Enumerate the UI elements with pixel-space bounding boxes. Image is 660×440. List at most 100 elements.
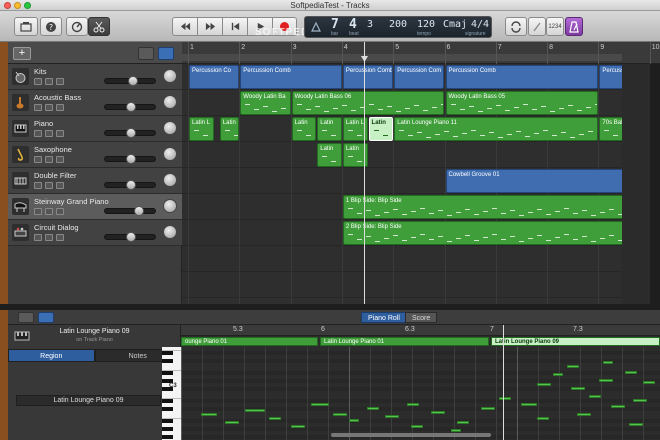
midi-note[interactable] (481, 407, 495, 410)
mute-button[interactable] (34, 156, 42, 163)
count-in-button[interactable]: 1234 (546, 17, 564, 36)
midi-note[interactable] (385, 415, 399, 418)
midi-note[interactable] (521, 403, 537, 406)
volume-slider[interactable] (104, 102, 156, 112)
metronome-button[interactable] (565, 17, 583, 36)
midi-note[interactable] (201, 413, 217, 416)
pan-knob[interactable] (163, 95, 177, 109)
region[interactable]: Latin (291, 117, 317, 141)
midi-note[interactable] (603, 361, 613, 364)
pan-knob[interactable] (163, 147, 177, 161)
track-header[interactable]: Piano (8, 116, 182, 142)
record-enable-button[interactable] (56, 78, 64, 85)
midi-note[interactable] (599, 379, 613, 382)
piano-roll-grid[interactable] (181, 347, 660, 440)
record-enable-button[interactable] (56, 208, 64, 215)
mute-button[interactable] (34, 208, 42, 215)
black-key[interactable] (162, 407, 173, 411)
library-button[interactable] (14, 17, 38, 36)
record-enable-button[interactable] (56, 182, 64, 189)
midi-note[interactable] (407, 403, 419, 406)
tracks-area[interactable]: 12345678910111213141516 Percussion CoPer… (182, 42, 660, 304)
region[interactable]: Percussion Com (394, 65, 445, 89)
mute-button[interactable] (34, 78, 42, 85)
midi-note[interactable] (643, 381, 655, 384)
volume-slider[interactable] (104, 154, 156, 164)
cycle-button[interactable] (505, 17, 527, 36)
region[interactable]: Percussion Comb (342, 65, 394, 89)
black-key[interactable] (162, 371, 173, 375)
piano-keyboard[interactable] (162, 347, 182, 440)
record-enable-button[interactable] (56, 234, 64, 241)
midi-note[interactable] (633, 399, 647, 402)
fast-forward-button[interactable] (197, 17, 222, 36)
go-to-beginning-button[interactable] (222, 17, 247, 36)
midi-note[interactable] (457, 421, 469, 424)
track-lane[interactable] (182, 246, 660, 272)
tuner-button[interactable] (528, 17, 546, 36)
midi-note[interactable] (367, 407, 379, 410)
region[interactable]: Latin (317, 117, 342, 141)
midi-note[interactable] (577, 413, 591, 416)
track-lane[interactable] (182, 142, 660, 168)
solo-button[interactable] (45, 182, 53, 189)
timeline-ruler[interactable]: 12345678910111213141516 (182, 42, 660, 64)
solo-button[interactable] (45, 234, 53, 241)
region[interactable]: 2 Blip Side: Blip Side (342, 221, 660, 245)
volume-slider[interactable] (104, 206, 156, 216)
region[interactable]: Woody Latin Ba (240, 91, 291, 115)
editor-catch-button[interactable] (18, 312, 34, 323)
editors-button[interactable] (88, 17, 110, 36)
black-key[interactable] (162, 399, 173, 403)
midi-note[interactable] (291, 425, 305, 428)
midi-note[interactable] (311, 403, 329, 406)
add-track-button[interactable]: + (13, 47, 31, 60)
midi-note[interactable] (537, 417, 549, 420)
region[interactable]: Latin (368, 117, 394, 141)
filter-button[interactable] (158, 47, 174, 60)
region-name-field[interactable]: Latin Lounge Piano 09 (16, 395, 161, 406)
track-header[interactable]: Kits (8, 64, 182, 90)
volume-slider-knob[interactable] (126, 128, 136, 138)
solo-button[interactable] (45, 104, 53, 111)
pan-knob[interactable] (163, 173, 177, 187)
midi-note[interactable] (571, 387, 585, 390)
track-header[interactable]: Saxophone (8, 142, 182, 168)
region[interactable]: Woody Latin Bass 06 (291, 91, 445, 115)
midi-note[interactable] (625, 371, 637, 374)
midi-note[interactable] (567, 365, 579, 368)
mute-button[interactable] (34, 182, 42, 189)
volume-slider-knob[interactable] (126, 180, 136, 190)
catch-button[interactable] (138, 47, 154, 60)
midi-note[interactable] (349, 419, 359, 422)
smart-controls-button[interactable] (66, 17, 88, 36)
solo-button[interactable] (45, 156, 53, 163)
volume-slider[interactable] (104, 232, 156, 242)
cycle-region-bar[interactable] (182, 54, 622, 61)
track-header[interactable]: Circuit Dialog (8, 220, 182, 246)
pan-knob[interactable] (163, 69, 177, 83)
volume-slider[interactable] (104, 76, 156, 86)
track-lane[interactable] (182, 272, 660, 298)
midi-note[interactable] (411, 425, 423, 428)
volume-slider[interactable] (104, 128, 156, 138)
piano-roll-region[interactable]: Latin Lounge Piano 09 (491, 337, 660, 346)
region[interactable]: Latin (317, 143, 342, 167)
volume-slider-knob[interactable] (134, 206, 145, 216)
solo-button[interactable] (45, 130, 53, 137)
midi-note[interactable] (269, 417, 281, 420)
region[interactable]: Latin Lounge Piano 11 (394, 117, 599, 141)
black-key[interactable] (162, 427, 173, 431)
midi-note[interactable] (629, 423, 643, 426)
volume-slider-knob[interactable] (126, 154, 136, 164)
help-button[interactable]: ? (40, 17, 62, 36)
tab-score[interactable]: Score (405, 312, 438, 323)
vertical-scrollbar[interactable] (650, 64, 660, 304)
playhead[interactable] (364, 42, 365, 304)
pan-knob[interactable] (163, 225, 177, 239)
solo-button[interactable] (45, 78, 53, 85)
solo-button[interactable] (45, 208, 53, 215)
midi-note[interactable] (225, 421, 239, 424)
midi-note[interactable] (499, 397, 511, 400)
piano-roll-region[interactable]: ounge Piano 01 (181, 337, 318, 346)
